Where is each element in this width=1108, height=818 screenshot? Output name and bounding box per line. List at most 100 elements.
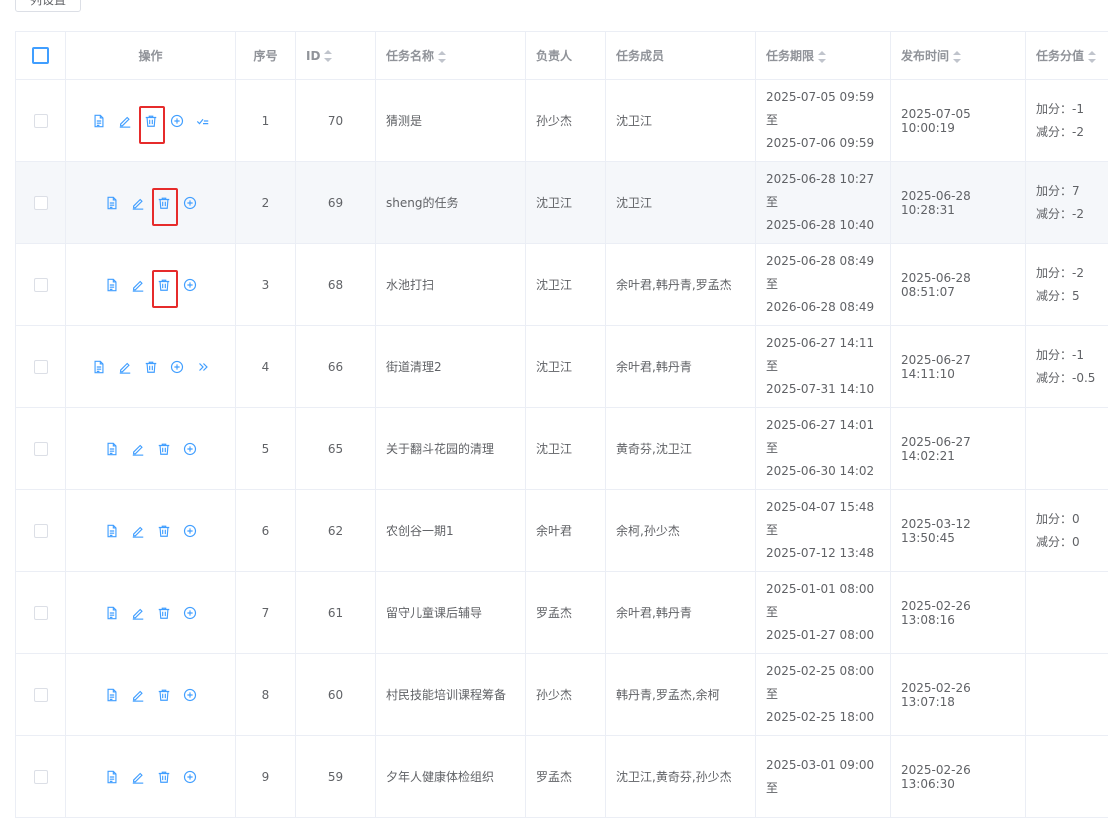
edit-icon[interactable] (130, 605, 146, 621)
view-doc-icon[interactable] (104, 441, 120, 457)
view-doc-icon[interactable] (104, 605, 120, 621)
sub-score-label: 减分： (1036, 535, 1072, 549)
delete-icon[interactable] (143, 359, 159, 375)
column-settings-button[interactable]: 列设置 (15, 0, 81, 12)
sort-icon[interactable] (818, 51, 826, 63)
view-doc-icon[interactable] (104, 195, 120, 211)
period-separator: 至 (766, 355, 880, 378)
delete-icon[interactable] (156, 769, 172, 785)
header-members-label: 任务成员 (616, 49, 664, 63)
row-select-cell (16, 408, 66, 490)
row-ops-cell (66, 572, 236, 654)
delete-icon[interactable] (156, 605, 172, 621)
table-header-row: 操作 序号 ID 任务名称 负责人 任务成员 任务期限 发布时间 任务分值 (16, 32, 1108, 80)
view-doc-icon[interactable] (104, 769, 120, 785)
view-doc-icon[interactable] (104, 277, 120, 293)
id-cell: 68 (296, 244, 376, 326)
period-separator: 至 (766, 109, 880, 132)
edit-icon[interactable] (130, 277, 146, 293)
header-score-label: 任务分值 (1036, 49, 1084, 63)
sort-icon[interactable] (953, 51, 961, 63)
sort-icon[interactable] (1088, 51, 1096, 63)
table-row[interactable]: 565关于翻斗花园的清理沈卫江黄奇芬,沈卫江2025-06-27 14:01至2… (16, 408, 1108, 490)
seq-cell: 6 (236, 490, 296, 572)
sub-score-label: 减分： (1036, 207, 1072, 221)
view-doc-icon[interactable] (91, 113, 107, 129)
header-score[interactable]: 任务分值 (1026, 32, 1108, 80)
row-checkbox[interactable] (34, 606, 48, 620)
edit-icon[interactable] (117, 359, 133, 375)
delete-icon[interactable] (156, 523, 172, 539)
delete-icon[interactable] (156, 441, 172, 457)
add-circle-icon[interactable] (182, 523, 198, 539)
table-row[interactable]: 466街道清理2沈卫江余叶君,韩丹青2025-06-27 14:11至2025-… (16, 326, 1108, 408)
table-row[interactable]: 368水池打扫沈卫江余叶君,韩丹青,罗孟杰2025-06-28 08:49至20… (16, 244, 1108, 326)
add-circle-icon[interactable] (169, 359, 185, 375)
score-cell (1026, 572, 1108, 654)
edit-icon[interactable] (130, 769, 146, 785)
table-row[interactable]: 662农创谷一期1余叶君余柯,孙少杰2025-04-07 15:48至2025-… (16, 490, 1108, 572)
add-circle-icon[interactable] (182, 769, 198, 785)
row-checkbox[interactable] (34, 114, 48, 128)
sort-icon[interactable] (324, 50, 332, 62)
add-circle-icon[interactable] (182, 277, 198, 293)
add-circle-icon[interactable] (182, 441, 198, 457)
select-all-checkbox[interactable] (32, 47, 49, 64)
owner-cell: 孙少杰 (526, 654, 606, 736)
period-end: 2026-06-28 08:49 (766, 296, 880, 319)
period-start: 2025-06-28 08:49 (766, 250, 880, 273)
double-chevron-right-icon[interactable] (195, 359, 211, 375)
edit-icon[interactable] (130, 195, 146, 211)
sort-icon[interactable] (438, 51, 446, 63)
sub-score: 减分：0 (1036, 531, 1108, 554)
row-checkbox[interactable] (34, 524, 48, 538)
period-separator: 至 (766, 683, 880, 706)
row-checkbox[interactable] (34, 688, 48, 702)
seq-cell: 3 (236, 244, 296, 326)
period-cell: 2025-01-01 08:00至2025-01-27 08:00 (756, 572, 891, 654)
edit-icon[interactable] (130, 523, 146, 539)
period-separator: 至 (766, 273, 880, 296)
row-checkbox[interactable] (34, 196, 48, 210)
owner-cell: 沈卫江 (526, 408, 606, 490)
edit-icon[interactable] (117, 113, 133, 129)
row-checkbox[interactable] (34, 278, 48, 292)
edit-icon[interactable] (130, 441, 146, 457)
check-list-icon[interactable] (195, 113, 211, 129)
row-checkbox[interactable] (34, 442, 48, 456)
id-cell: 60 (296, 654, 376, 736)
delete-icon[interactable] (156, 277, 172, 293)
score-cell: 加分：7减分：-2 (1026, 162, 1108, 244)
table-row[interactable]: 959夕年人健康体检组织罗孟杰沈卫江,黄奇芬,孙少杰2025-03-01 09:… (16, 736, 1108, 818)
table-row[interactable]: 761留守儿童课后辅导罗孟杰余叶君,韩丹青2025-01-01 08:00至20… (16, 572, 1108, 654)
add-circle-icon[interactable] (182, 605, 198, 621)
edit-icon[interactable] (130, 687, 146, 703)
period-start: 2025-04-07 15:48 (766, 496, 880, 519)
view-doc-icon[interactable] (104, 523, 120, 539)
add-score: 加分：-2 (1036, 262, 1108, 285)
header-published[interactable]: 发布时间 (891, 32, 1026, 80)
id-cell: 70 (296, 80, 376, 162)
header-name[interactable]: 任务名称 (376, 32, 526, 80)
header-period[interactable]: 任务期限 (756, 32, 891, 80)
sub-score-value: 5 (1072, 289, 1080, 303)
row-checkbox[interactable] (34, 360, 48, 374)
delete-icon[interactable] (156, 687, 172, 703)
period-separator: 至 (766, 601, 880, 624)
owner-cell: 余叶君 (526, 490, 606, 572)
score-cell (1026, 408, 1108, 490)
delete-icon[interactable] (143, 113, 159, 129)
header-id[interactable]: ID (296, 32, 376, 80)
delete-icon[interactable] (156, 195, 172, 211)
header-name-label: 任务名称 (386, 49, 434, 63)
add-circle-icon[interactable] (182, 687, 198, 703)
table-row[interactable]: 170猜测是孙少杰沈卫江2025-07-05 09:59至2025-07-06 … (16, 80, 1108, 162)
table-row[interactable]: 860村民技能培训课程筹备孙少杰韩丹青,罗孟杰,余柯2025-02-25 08:… (16, 654, 1108, 736)
view-doc-icon[interactable] (91, 359, 107, 375)
published-cell: 2025-03-12 13:50:45 (891, 490, 1026, 572)
view-doc-icon[interactable] (104, 687, 120, 703)
add-circle-icon[interactable] (169, 113, 185, 129)
sub-score-label: 减分： (1036, 371, 1072, 385)
add-circle-icon[interactable] (182, 195, 198, 211)
table-row[interactable]: 269sheng的任务沈卫江沈卫江2025-06-28 10:27至2025-0… (16, 162, 1108, 244)
